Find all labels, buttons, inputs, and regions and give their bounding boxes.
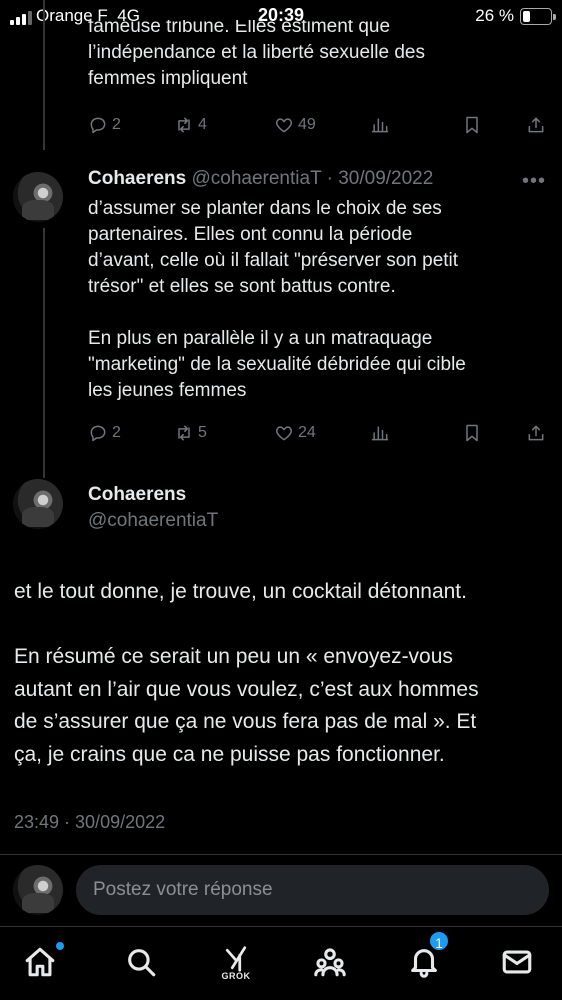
share-icon [528, 117, 544, 133]
tweet-header: Cohaerens @cohaerentiaT · 30/09/2022 [88, 168, 433, 190]
home-new-dot [56, 942, 64, 950]
reply-icon [90, 425, 106, 442]
nav-search[interactable] [121, 942, 161, 982]
tweet-actions: 2 4 49 [88, 115, 548, 139]
thread-line [43, 0, 45, 150]
bottom-nav: GROK 1 [0, 930, 562, 1000]
like-count: 24 [298, 424, 316, 441]
retweet-button[interactable]: 5 [174, 423, 207, 443]
home-icon [25, 947, 55, 977]
reply-button[interactable]: 2 [88, 115, 121, 135]
views-button[interactable] [370, 423, 390, 443]
retweet-icon [178, 117, 190, 133]
bookmark-button[interactable] [462, 423, 482, 443]
messages-icon [502, 950, 532, 974]
communities-icon [314, 948, 346, 977]
nav-communities[interactable] [310, 942, 350, 982]
author-name[interactable]: Cohaerens [88, 484, 186, 506]
bookmark-icon [466, 424, 478, 442]
divider [0, 854, 562, 855]
like-button[interactable]: 49 [274, 115, 316, 135]
notifications-badge: 1 [428, 930, 450, 952]
author-name[interactable]: Cohaerens [88, 168, 186, 189]
views-button[interactable] [370, 115, 390, 135]
author-meta: @cohaerentiaT · 30/09/2022 [191, 168, 434, 189]
tweet-actions: 2 5 24 [88, 423, 548, 447]
reply-input[interactable]: Postez votre réponse [76, 865, 549, 915]
more-icon[interactable]: ••• [522, 170, 546, 193]
nav-messages[interactable] [497, 942, 537, 982]
reply-count: 2 [112, 424, 121, 441]
search-icon [128, 949, 156, 977]
retweet-count: 5 [198, 424, 207, 441]
reply-count: 2 [112, 116, 121, 133]
like-button[interactable]: 24 [274, 423, 316, 443]
tweet-text: fameuse tribune. Elles estiment que l’in… [88, 20, 425, 89]
retweet-button[interactable]: 4 [174, 115, 207, 135]
grok-icon [225, 945, 247, 972]
heart-icon [275, 426, 293, 441]
main-tweet-text: et le tout donne, je trouve, un cocktail… [14, 580, 479, 766]
retweet-count: 4 [198, 116, 207, 133]
reply-button[interactable]: 2 [88, 423, 121, 443]
grok-label: GROK [221, 970, 251, 981]
views-icon [371, 118, 389, 133]
views-icon [371, 426, 389, 441]
nav-home[interactable] [20, 942, 64, 982]
retweet-icon [178, 425, 190, 441]
reply-icon [90, 117, 106, 134]
tweet-text: d’assumer se planter dans le choix de se… [88, 198, 466, 401]
heart-icon [275, 118, 293, 133]
bookmark-icon [466, 116, 478, 134]
bookmark-button[interactable] [462, 115, 482, 135]
reply-bar: Postez votre réponse [0, 858, 562, 922]
share-button[interactable] [526, 423, 546, 443]
like-count: 49 [298, 116, 316, 133]
divider [0, 926, 562, 927]
avatar[interactable] [13, 479, 63, 529]
nav-notifications[interactable]: 1 [404, 930, 450, 982]
avatar[interactable] [13, 172, 63, 222]
share-icon [528, 425, 544, 441]
author-handle[interactable]: @cohaerentiaT [88, 510, 218, 532]
avatar [13, 865, 63, 915]
tweet-timestamp: 23:49 · 30/09/2022 [14, 812, 166, 832]
share-button[interactable] [526, 115, 546, 135]
thread-line [43, 228, 45, 478]
nav-grok[interactable]: GROK [216, 942, 256, 982]
